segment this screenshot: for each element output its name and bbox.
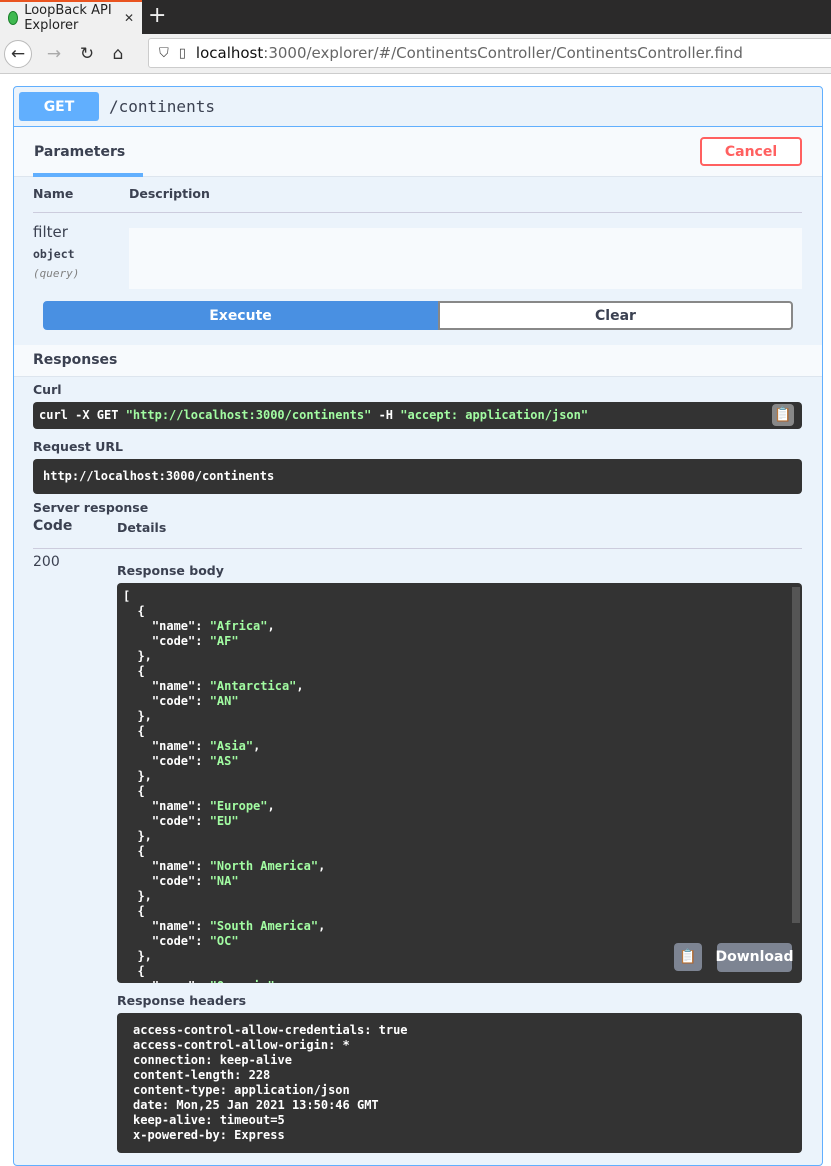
responses-title: Responses (33, 352, 118, 368)
col-code: Code (33, 518, 73, 534)
col-description: Description (129, 186, 210, 201)
response-body-label: Response body (117, 563, 224, 578)
response-headers-label: Response headers (117, 993, 247, 1008)
curl-flag: -H (371, 408, 401, 422)
response-body: [ { "name": "Africa", "code": "AF" }, { … (117, 583, 802, 983)
back-icon[interactable]: ← (4, 40, 32, 68)
tab-title: LoopBack API Explorer (24, 3, 112, 33)
response-header-line: connection: keep-alive (133, 1053, 292, 1067)
col-name: Name (33, 186, 74, 201)
response-header-line: content-length: 228 (133, 1068, 271, 1082)
response-header-line: x-powered-by: Express (133, 1128, 285, 1142)
divider (33, 212, 802, 213)
shield-icon: ⛉ (159, 45, 169, 61)
operation-header[interactable]: GET /continents (14, 87, 822, 127)
tab-bar: LoopBack API Explorer ✕ + (0, 0, 831, 34)
new-tab-icon[interactable]: + (148, 3, 172, 28)
loopback-favicon-icon (8, 11, 19, 25)
clear-button[interactable]: Clear (438, 301, 793, 330)
home-icon[interactable]: ⌂ (104, 40, 132, 68)
curl-label: Curl (33, 382, 62, 397)
method-badge: GET (19, 92, 99, 121)
download-button[interactable]: Download (715, 943, 794, 972)
page-icon: ▯ (178, 45, 186, 61)
response-header-line: date: Mon,25 Jan 2021 13:50:46 GMT (133, 1098, 379, 1112)
operation-block: GET /continents Parameters Cancel Name D… (13, 86, 823, 1166)
response-header-line: access-control-allow-origin: * (133, 1038, 350, 1052)
curl-command: curl -X GET "http://localhost:3000/conti… (33, 402, 802, 429)
curl-header: "accept: application/json" (400, 408, 589, 422)
scrollbar[interactable] (792, 587, 800, 923)
cancel-button[interactable]: Cancel (700, 137, 802, 166)
nav-bar: ← → ↻ ⌂ ⛉ ▯ localhost:3000/explorer/#/Cont… (0, 34, 831, 74)
col-details: Details (117, 520, 167, 535)
response-code: 200 (33, 554, 60, 570)
execute-button[interactable]: Execute (43, 301, 438, 330)
response-headers: access-control-allow-credentials: true ac… (117, 1013, 802, 1153)
copy-body-icon[interactable]: 📋 (674, 943, 702, 971)
divider (33, 548, 802, 549)
parameters-tab[interactable]: Parameters (33, 127, 143, 177)
param-type: object (33, 247, 75, 261)
server-response-label: Server response (33, 500, 149, 515)
browser-tab[interactable]: LoopBack API Explorer ✕ (0, 0, 142, 34)
response-body-json: [ { "name": "Africa", "code": "AF" }, { … (123, 589, 326, 983)
param-name: filter (33, 223, 68, 241)
url-path: :3000/explorer/#/ContinentsController/Co… (263, 44, 743, 62)
operation-path: /continents (109, 97, 215, 116)
reload-icon[interactable]: ↻ (73, 40, 101, 68)
filter-input[interactable] (129, 228, 802, 289)
param-in: (query) (33, 267, 80, 280)
response-header-line: keep-alive: timeout=5 (133, 1113, 285, 1127)
address-bar[interactable]: ⛉ ▯ localhost:3000/explorer/#/ContinentsCo… (148, 38, 831, 68)
request-url: http://localhost:3000/continents (33, 459, 802, 494)
curl-url: "http://localhost:3000/continents" (125, 408, 372, 422)
copy-curl-icon[interactable]: 📋 (772, 404, 794, 426)
request-url-label: Request URL (33, 439, 123, 454)
response-header-line: access-control-allow-credentials: true (133, 1023, 408, 1037)
forward-icon[interactable]: → (40, 40, 68, 68)
curl-cmd: curl -X GET (39, 408, 126, 422)
response-header-line: content-type: application/json (133, 1083, 350, 1097)
close-tab-icon[interactable]: ✕ (124, 11, 134, 25)
url-host: localhost (195, 44, 264, 62)
parameters-header: Parameters Cancel (14, 127, 822, 177)
